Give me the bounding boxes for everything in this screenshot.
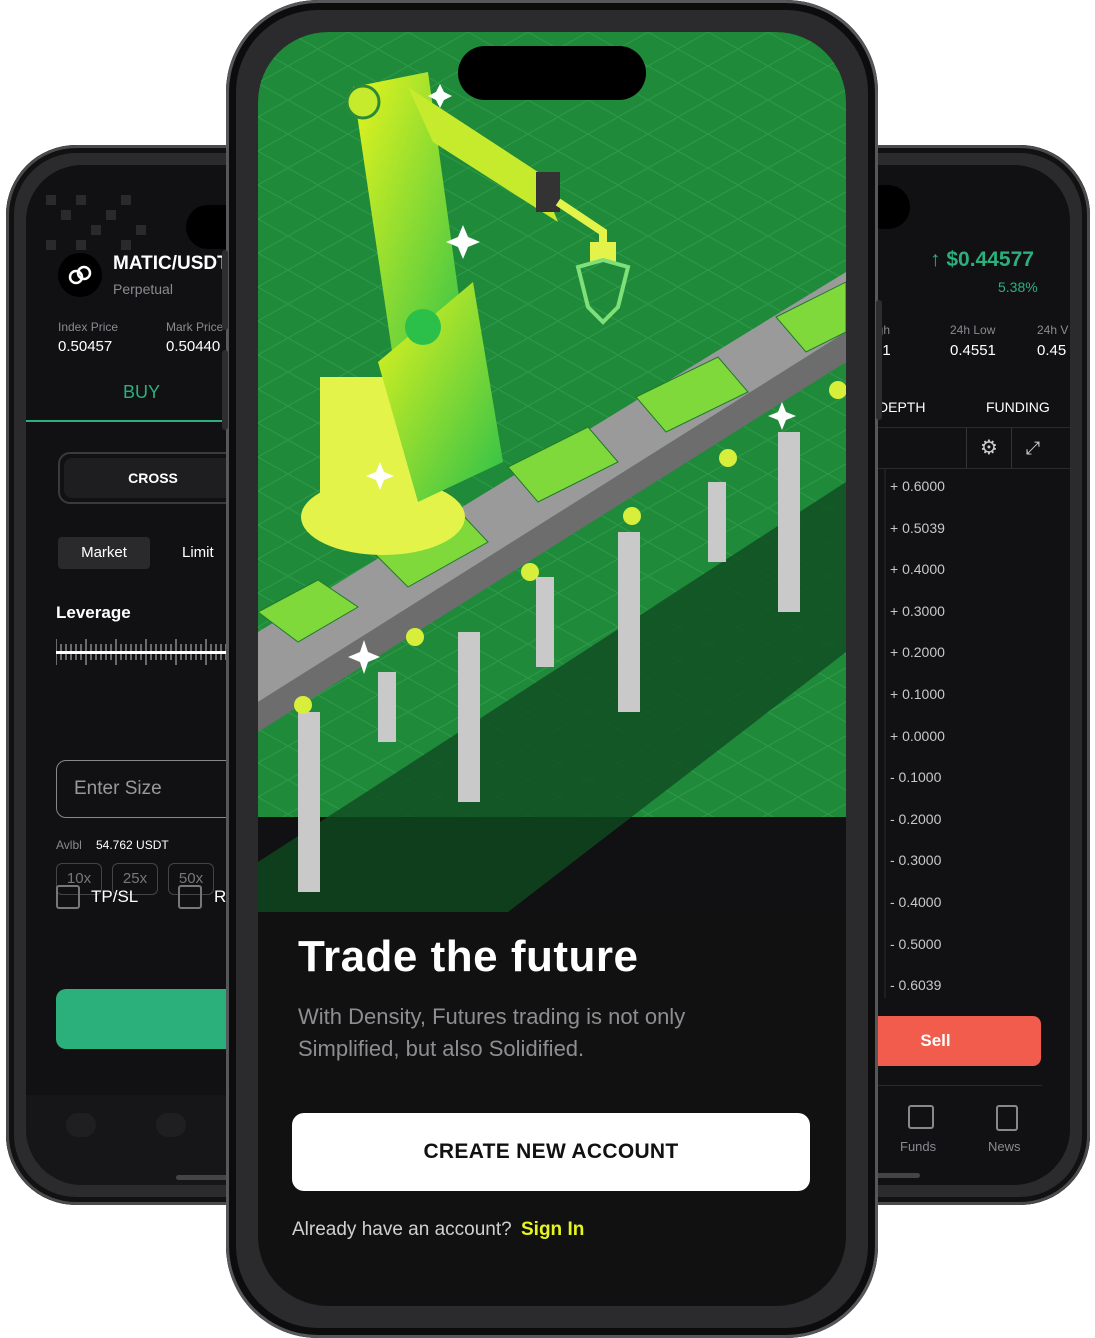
price-axis-label: + 0.6000	[890, 478, 945, 494]
index-price-label: Index Price	[58, 320, 119, 334]
size-input-placeholder: Enter Size	[74, 778, 162, 799]
order-type-market[interactable]: Market	[58, 537, 150, 569]
low-value: 0.4551	[950, 342, 996, 359]
create-account-button[interactable]: CREATE NEW ACCOUNT	[292, 1113, 810, 1191]
price-axis-label: - 0.1000	[890, 769, 942, 786]
tpsl-checkbox[interactable]	[56, 885, 80, 909]
leverage-label: Leverage	[56, 603, 131, 622]
onboarding-screen: Trade the future With Density, Futures t…	[258, 32, 846, 1306]
low-label: 24h Low	[950, 323, 996, 337]
signin-prompt: Already have an account?	[292, 1219, 512, 1240]
signin-link[interactable]: Sign In	[521, 1219, 584, 1240]
leverage-slider[interactable]	[56, 637, 236, 667]
nav-home-icon[interactable]	[66, 1113, 96, 1137]
price-up-arrow-icon: ↑	[930, 248, 941, 271]
volume-down-button	[222, 350, 228, 430]
power-button	[876, 300, 882, 420]
available-label: Avlbl	[56, 838, 82, 852]
pair-title: MATIC/USDT	[113, 253, 229, 274]
price-axis-label: - 0.2000	[890, 810, 942, 827]
price-value: $0.44577	[946, 248, 1034, 271]
order-type-limit[interactable]: Limit	[182, 537, 214, 569]
tab-depth[interactable]: DEPTH	[878, 399, 925, 415]
volume-value: 0.45	[1037, 342, 1067, 359]
tab-buy[interactable]: BUY	[123, 382, 160, 403]
volume-label: 24h V	[1037, 323, 1069, 337]
margin-mode-selector[interactable]: CROSS	[58, 452, 248, 504]
matic-logo-icon	[58, 253, 102, 297]
price-axis-label: - 0.3000	[890, 852, 942, 869]
price-axis-label: - 0.5000	[890, 935, 942, 952]
signin-row: Already have an account? Sign In	[292, 1219, 584, 1241]
subtext-line-2: Simplified, but also Solidified.	[298, 1036, 585, 1061]
mark-price-label: Mark Price	[166, 320, 224, 334]
price-axis-label: + 0.2000	[890, 644, 945, 661]
reduce-only-checkbox[interactable]	[178, 885, 202, 909]
nav-markets-icon[interactable]	[156, 1113, 186, 1137]
tpsl-label: TP/SL	[91, 887, 139, 906]
headline: Trade the future	[298, 932, 639, 981]
price-axis-label: + 0.5039	[890, 519, 945, 536]
mark-price-value: 0.50440	[166, 338, 221, 355]
index-price-value: 0.50457	[58, 338, 113, 355]
chart-fullscreen-expand-icon[interactable]: ⤢	[1011, 428, 1055, 468]
reduce-only-label: R	[214, 887, 227, 906]
pair-subtitle: Perpetual	[113, 281, 173, 297]
dynamic-island	[458, 46, 646, 100]
center-phone-mockup: Trade the future With Density, Futures t…	[226, 0, 878, 1338]
available-value: 54.762 USDT	[96, 838, 169, 852]
robot-arm-conveyor-illustration	[258, 32, 846, 912]
pixel-pattern	[46, 195, 146, 250]
subtext-line-1: With Density, Futures trading is not onl…	[298, 1004, 686, 1029]
price-axis-label: + 0.0000	[890, 727, 945, 744]
current-price: ↑ $0.44577	[930, 248, 1034, 272]
margin-mode-cross[interactable]: CROSS	[64, 458, 242, 498]
nav-news-icon[interactable]	[996, 1105, 1018, 1131]
price-axis-label: + 0.1000	[890, 686, 945, 702]
tab-funding[interactable]: FUNDING	[986, 399, 1050, 415]
buy-tab-underline	[26, 420, 236, 422]
chart-settings-gear-icon[interactable]: ⚙	[966, 428, 1012, 468]
price-axis-label: - 0.4000	[890, 894, 942, 910]
price-axis-label: - 0.6039	[890, 977, 942, 994]
nav-funds-wallet-icon[interactable]	[908, 1105, 934, 1129]
price-change: 5.38%	[998, 279, 1038, 295]
nav-news-label[interactable]: News	[988, 1139, 1021, 1154]
price-axis-label: + 0.4000	[890, 561, 945, 578]
volume-up-button	[222, 250, 228, 330]
nav-funds-label[interactable]: Funds	[900, 1139, 936, 1154]
price-axis-label: + 0.3000	[890, 602, 945, 619]
